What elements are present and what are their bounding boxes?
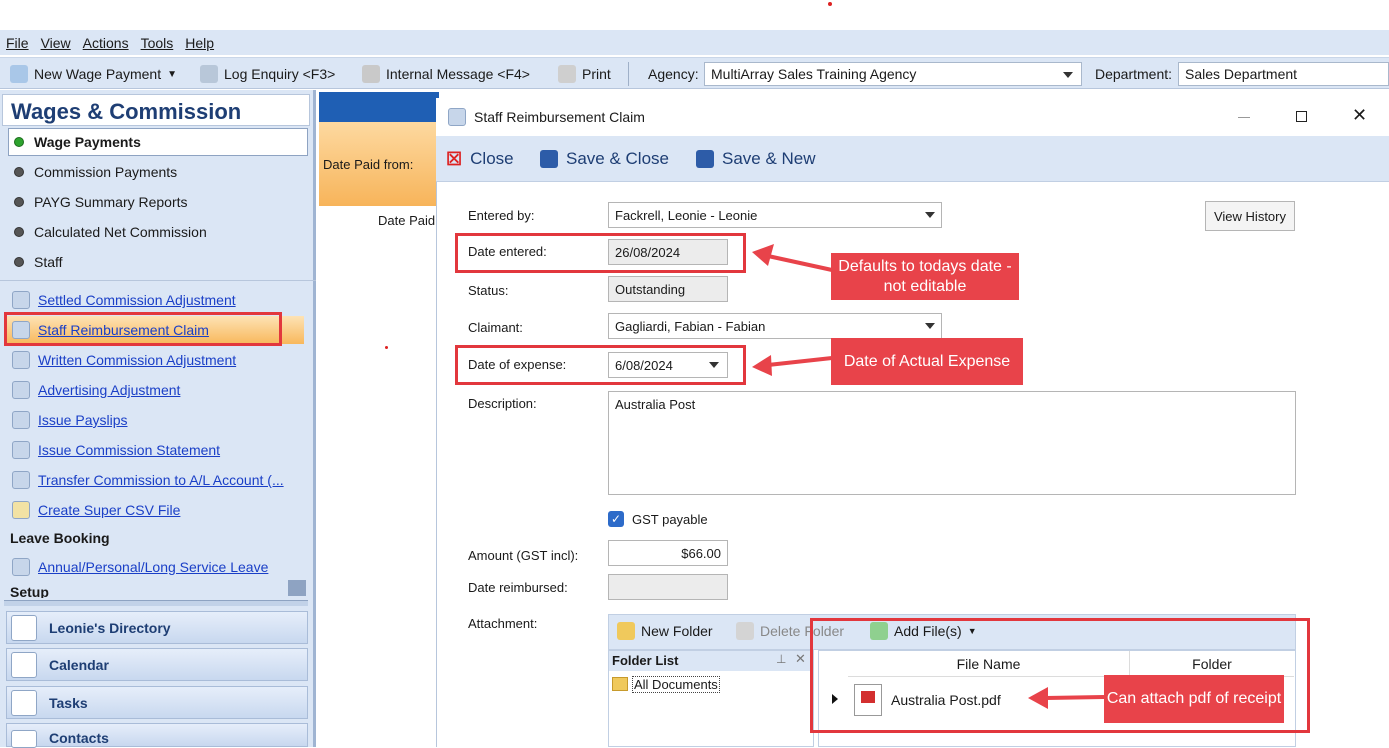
callout-attachment: Can attach pdf of receipt — [1104, 675, 1284, 723]
callout-date-expense: Date of Actual Expense — [831, 338, 1023, 385]
marker-dot — [385, 346, 388, 349]
marker-dot — [828, 2, 832, 6]
annotation-arrows — [752, 244, 1105, 709]
callout-date-entered: Defaults to todays date - not editable — [831, 253, 1019, 300]
